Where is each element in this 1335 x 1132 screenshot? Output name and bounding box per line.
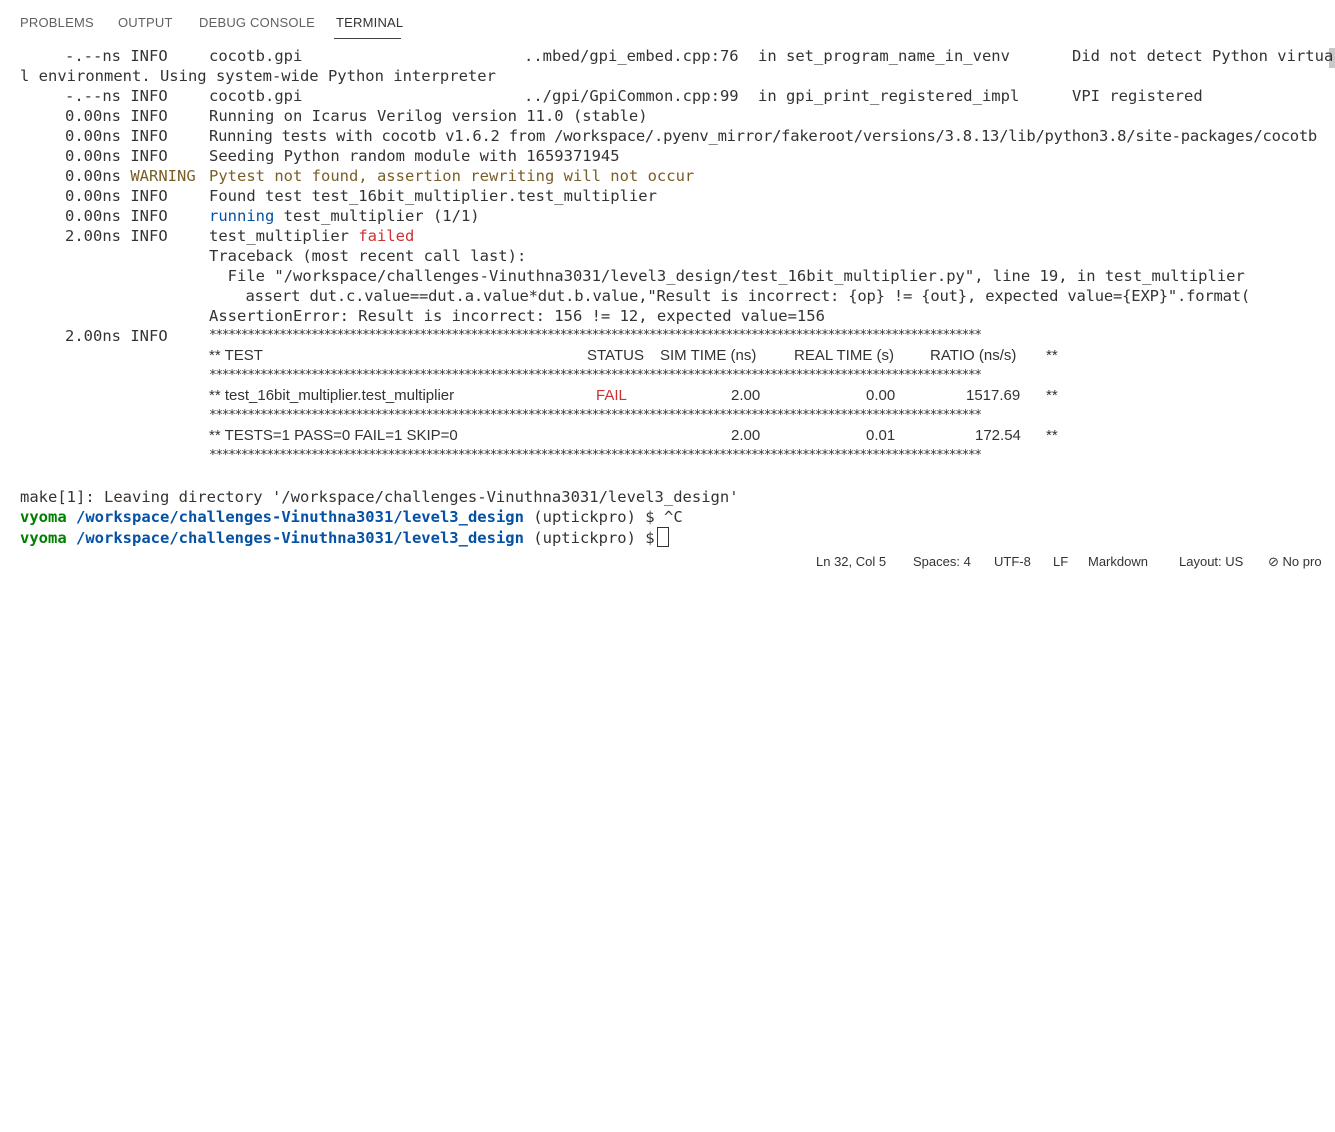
log-message: Seeding Python random module with 165937…: [209, 147, 620, 165]
summary-border: ****************************************…: [209, 368, 982, 383]
log-message: VPI registered: [1072, 87, 1203, 105]
log-time: 0.00ns INFO: [65, 207, 168, 225]
terminal-cursor: [656, 527, 669, 547]
summary-border: ****************************************…: [209, 408, 982, 423]
log-message: Running tests with cocotb v1.6.2 from /w…: [209, 127, 1317, 145]
make-leaving-line: make[1]: Leaving directory '/workspace/c…: [20, 488, 739, 506]
failed-label: failed: [358, 227, 415, 245]
summary-total-ratio: 172.54: [975, 427, 1021, 444]
log-time: 2.00ns INFO: [65, 227, 168, 245]
prompt-branch: (uptickpro): [533, 508, 636, 526]
log-time: 0.00ns INFO: [65, 187, 168, 205]
log-message: Did not detect Python virtua: [1072, 47, 1334, 65]
log-wrap: l environment. Using system-wide Python …: [20, 67, 496, 85]
log-time: 2.00ns INFO: [65, 327, 168, 345]
summary-total-test: ** TESTS=1 PASS=0 FAIL=1 SKIP=0: [209, 427, 458, 444]
log-source: cocotb.gpi: [209, 87, 303, 105]
status-keyboard-layout[interactable]: Layout: US: [1179, 554, 1243, 569]
terminal-output[interactable]: -.--ns INFO cocotb.gpi ..mbed/gpi_embed.…: [0, 46, 1335, 547]
status-problems[interactable]: ⊘ No pro: [1268, 554, 1322, 570]
summary-header-end: **: [1046, 347, 1058, 364]
summary-header-sim: SIM TIME (ns): [660, 347, 757, 364]
prompt-user: vyoma: [20, 508, 67, 526]
log-time: -.--ns INFO: [65, 87, 168, 105]
warning-message: Pytest not found, assertion rewriting wi…: [209, 167, 695, 185]
status-bar: Ln 32, Col 5 Spaces: 4 UTF-8 LF Markdown…: [0, 552, 1335, 569]
summary-header-status: STATUS: [587, 347, 644, 364]
summary-total-end: **: [1046, 427, 1058, 444]
traceback-line: Traceback (most recent call last):: [209, 247, 527, 265]
summary-border: ****************************************…: [209, 328, 982, 343]
log-message: Running on Icarus Verilog version 11.0 (…: [209, 107, 648, 125]
status-eol[interactable]: LF: [1053, 554, 1068, 569]
prompt-user: vyoma: [20, 529, 67, 547]
traceback-line: AssertionError: Result is incorrect: 156…: [209, 307, 825, 325]
summary-header-test: ** TEST: [209, 347, 263, 364]
log-message: running test_multiplier (1/1): [209, 207, 480, 225]
summary-row-status: FAIL: [596, 387, 627, 404]
no-entry-icon: ⊘: [1268, 554, 1279, 569]
log-func: in gpi_print_registered_impl: [758, 87, 1020, 105]
log-message: test_multiplier failed: [209, 227, 415, 245]
log-source: cocotb.gpi: [209, 47, 303, 65]
panel-tab-bar: PROBLEMS OUTPUT DEBUG CONSOLE TERMINAL: [0, 0, 1335, 42]
summary-header-ratio: RATIO (ns/s): [930, 347, 1017, 364]
status-cursor-position[interactable]: Ln 32, Col 5: [816, 554, 886, 569]
summary-row-test: ** test_16bit_multiplier.test_multiplier: [209, 387, 455, 404]
log-file: ..mbed/gpi_embed.cpp:76: [524, 47, 739, 65]
active-tab-indicator: [334, 38, 401, 39]
tab-output[interactable]: OUTPUT: [118, 15, 173, 30]
shell-prompt: vyoma /workspace/challenges-Vinuthna3031…: [20, 508, 683, 526]
log-time: 0.00ns INFO: [65, 127, 168, 145]
log-time: -.--ns INFO: [65, 47, 168, 65]
tab-terminal[interactable]: TERMINAL: [336, 15, 403, 30]
log-file: ../gpi/GpiCommon.cpp:99: [524, 87, 739, 105]
prompt-path: /workspace/challenges-Vinuthna3031/level…: [76, 508, 524, 526]
status-indentation[interactable]: Spaces: 4: [913, 554, 971, 569]
summary-row-real: 0.00: [866, 387, 896, 404]
log-time: 0.00ns INFO: [65, 107, 168, 125]
status-language[interactable]: Markdown: [1088, 554, 1148, 569]
prompt-input: ^C: [663, 508, 683, 526]
traceback-line: File "/workspace/challenges-Vinuthna3031…: [209, 267, 1245, 285]
tab-problems[interactable]: PROBLEMS: [20, 15, 94, 30]
prompt-path: /workspace/challenges-Vinuthna3031/level…: [76, 529, 524, 547]
summary-row-ratio: 1517.69: [966, 387, 1021, 404]
log-func: in set_program_name_in_venv: [758, 47, 1010, 65]
log-time: 0.00ns WARNING: [65, 167, 196, 185]
summary-total-sim: 2.00: [731, 427, 761, 444]
log-message: Found test test_16bit_multiplier.test_mu…: [209, 187, 657, 205]
traceback-line: assert dut.c.value==dut.a.value*dut.b.va…: [209, 287, 1251, 305]
warning-level: WARNING: [130, 167, 196, 185]
summary-row-sim: 2.00: [731, 387, 761, 404]
shell-prompt-active[interactable]: vyoma /workspace/challenges-Vinuthna3031…: [20, 527, 669, 547]
prompt-branch: (uptickpro): [533, 529, 636, 547]
tab-debug-console[interactable]: DEBUG CONSOLE: [199, 15, 315, 30]
summary-total-real: 0.01: [866, 427, 896, 444]
status-encoding[interactable]: UTF-8: [994, 554, 1031, 569]
log-time: 0.00ns INFO: [65, 147, 168, 165]
summary-border: ****************************************…: [209, 448, 982, 463]
summary-header-real: REAL TIME (s): [794, 347, 895, 364]
summary-row-end: **: [1046, 387, 1058, 404]
